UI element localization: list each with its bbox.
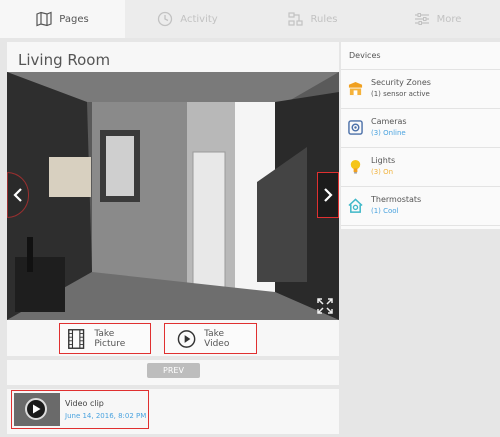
clip-date: June 14, 2016, 8:02 PM	[65, 412, 147, 420]
device-lights[interactable]: Lights (3) On	[341, 148, 500, 187]
fullscreen-icon[interactable]	[317, 298, 333, 314]
tab-pages-label: Pages	[59, 13, 89, 25]
tab-more-label: More	[436, 13, 462, 25]
camera-card: Living Room Take Picture Take Video PREV…	[7, 42, 339, 434]
play-icon	[25, 398, 47, 420]
top-nav: Pages Activity Rules More	[0, 0, 500, 38]
security-icon	[348, 81, 363, 96]
sliders-icon	[414, 13, 429, 25]
prev-button[interactable]: PREV	[147, 363, 200, 378]
camera-next-button[interactable]	[317, 172, 339, 218]
tab-more[interactable]: More	[375, 0, 500, 38]
device-status: (3) Online	[371, 129, 406, 137]
divider	[7, 385, 339, 389]
take-video-label: Take Video	[204, 328, 230, 349]
tab-activity-label: Activity	[180, 13, 218, 25]
device-name: Cameras	[371, 117, 407, 126]
devices-panel: Devices Security Zones (1) sensor active…	[341, 42, 500, 229]
camera-image	[7, 72, 339, 320]
tab-pages[interactable]: Pages	[0, 0, 125, 38]
chevron-left-icon	[13, 188, 22, 202]
device-security-zones[interactable]: Security Zones (1) sensor active	[341, 70, 500, 109]
device-name: Lights	[371, 156, 396, 165]
page-title: Living Room	[18, 51, 111, 69]
tab-activity[interactable]: Activity	[125, 0, 250, 38]
take-video-button[interactable]: Take Video	[164, 323, 257, 354]
clip-title: Video clip	[65, 399, 104, 408]
camera-controls: Take Picture Take Video	[7, 322, 339, 356]
camera-icon	[348, 120, 363, 135]
play-circle-icon	[177, 329, 196, 348]
rules-icon	[287, 12, 303, 26]
tab-rules[interactable]: Rules	[250, 0, 375, 38]
device-status: (3) On	[371, 168, 394, 176]
thermostat-house-icon	[348, 198, 363, 213]
camera-feed[interactable]	[7, 72, 339, 320]
clip-thumbnail	[14, 393, 60, 426]
take-picture-button[interactable]: Take Picture	[59, 323, 151, 354]
chevron-right-icon	[324, 188, 333, 202]
take-picture-label: Take Picture	[94, 328, 126, 349]
clock-icon	[158, 11, 173, 27]
device-thermostats[interactable]: Thermostats (1) Cool	[341, 187, 500, 226]
film-icon	[68, 328, 85, 349]
map-icon	[36, 11, 52, 27]
devices-header: Devices	[341, 42, 500, 70]
device-status: (1) sensor active	[371, 90, 430, 98]
device-status: (1) Cool	[371, 207, 399, 215]
device-cameras[interactable]: Cameras (3) Online	[341, 109, 500, 148]
device-name: Security Zones	[371, 78, 431, 87]
video-clip-item[interactable]: Video clip June 14, 2016, 8:02 PM	[11, 390, 149, 429]
device-name: Thermostats	[371, 195, 422, 204]
bulb-icon	[350, 159, 361, 174]
pagination-row: PREV	[7, 360, 339, 386]
tab-rules-label: Rules	[310, 13, 338, 25]
